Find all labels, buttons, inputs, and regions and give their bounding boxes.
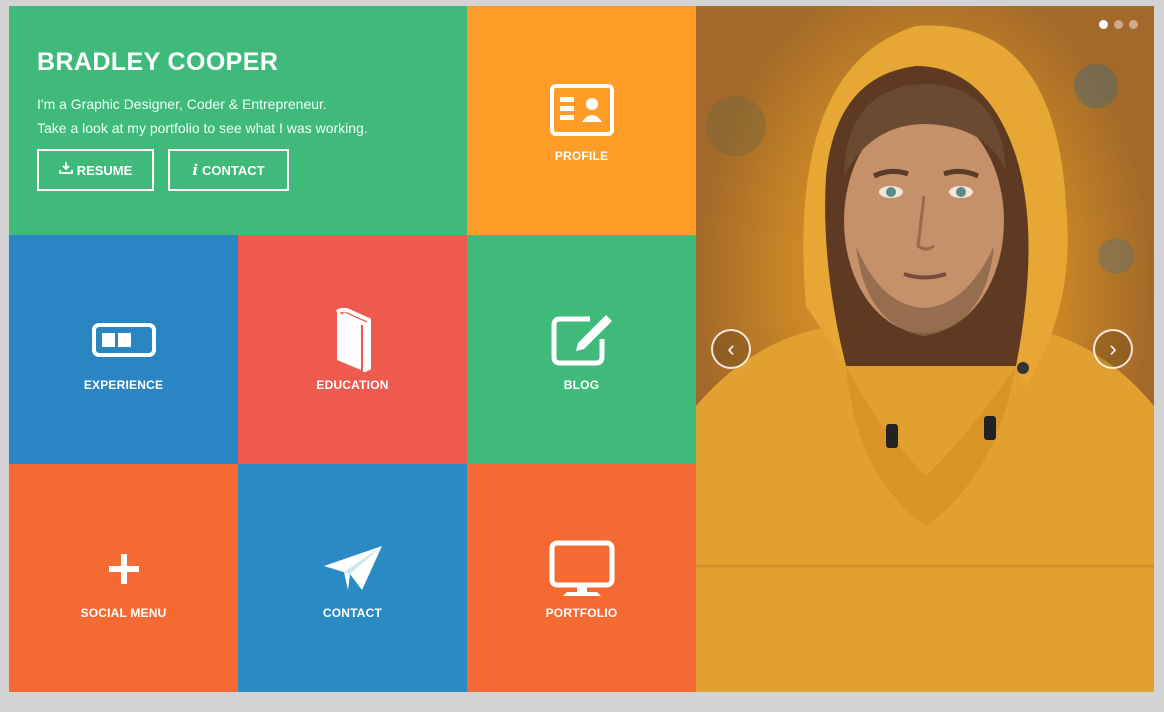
resume-button-label: RESUME [76,162,133,178]
id-card-icon [467,84,696,141]
intro-line-2: Take a look at my portfolio to see what … [37,120,368,136]
tile-education-label: EDUCATION [316,378,389,392]
monitor-icon [467,540,696,603]
intro-line-1: I'm a Graphic Designer, Coder & Entrepre… [37,96,327,112]
tile-experience-label: EXPERIENCE [83,378,164,392]
slider-next-button[interactable]: › [1093,329,1133,369]
profile-photo [696,25,1154,692]
contact-button[interactable]: i CONTACT [168,149,289,191]
contact-button-label: CONTACT [202,162,265,178]
slider-prev-button[interactable]: ‹ [711,329,751,369]
slider-dot-2[interactable] [1114,20,1123,29]
tile-blog-label: BLOG [563,378,600,392]
intro-panel: BRADLEY COOPER I'm a Graphic Designer, C… [9,6,467,235]
tile-social-menu[interactable]: SOCIAL MENU [9,464,238,692]
tile-profile-label: PROFILE [554,149,609,163]
page-title: BRADLEY COOPER [37,48,279,76]
tile-contact-label: CONTACT [322,606,383,620]
book-icon [238,307,467,377]
profile-photo-slider: ‹ › [696,6,1154,692]
plus-icon [9,552,238,591]
tile-portfolio-label: PORTFOLIO [545,606,618,620]
slider-dot-1[interactable] [1099,20,1108,29]
chevron-right-icon: › [1109,336,1117,361]
info-icon: i [192,161,199,179]
tile-contact[interactable]: CONTACT [238,464,467,692]
tile-portfolio[interactable]: PORTFOLIO [467,464,696,692]
download-icon [58,162,73,178]
slider-pagination [1099,20,1138,29]
paper-plane-icon [238,544,467,599]
tile-social-menu-label: SOCIAL MENU [80,606,167,620]
edit-icon [467,313,696,372]
tile-education[interactable]: EDUCATION [238,235,467,464]
tile-profile[interactable]: PROFILE [467,6,696,235]
portfolio-grid: BRADLEY COOPER I'm a Graphic Designer, C… [9,6,1154,692]
briefcase-toggle-icon [9,323,238,362]
resume-button[interactable]: RESUME [37,149,154,191]
chevron-left-icon: ‹ [727,336,735,361]
tile-blog[interactable]: BLOG [467,235,696,464]
slider-dot-3[interactable] [1129,20,1138,29]
tile-experience[interactable]: EXPERIENCE [9,235,238,464]
